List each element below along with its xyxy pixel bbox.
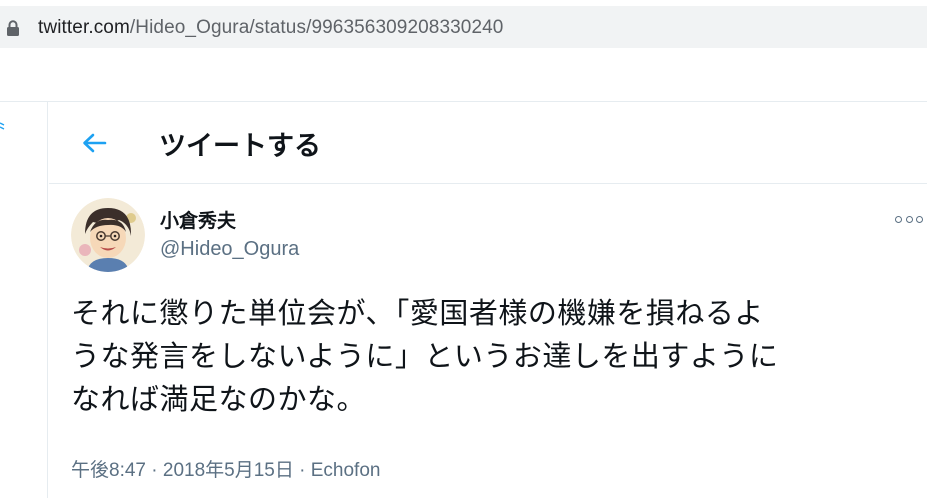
url-path: /Hideo_Ogura/status/996356309208330240: [129, 17, 504, 38]
tweet-date[interactable]: 2018年5月15日: [163, 460, 294, 481]
tweet-text: それに懲りた単位会が、「愛国者様の機嫌を損ねるよ うな発言をしないように」という…: [71, 292, 921, 421]
more-button[interactable]: [895, 212, 923, 226]
address-bar[interactable]: twitter.com/Hideo_Ogura/status/996356309…: [0, 6, 927, 48]
page-title: ツイートする: [159, 131, 321, 162]
avatar-illustration: [71, 198, 145, 272]
arrow-left-icon: [83, 133, 107, 153]
lock-icon: [7, 20, 19, 36]
url-host: twitter.com: [38, 17, 130, 38]
more-horizontal-icon: [895, 215, 902, 223]
more-horizontal-icon: [916, 215, 923, 223]
tweet-time[interactable]: 午後8:47: [71, 460, 146, 481]
more-horizontal-icon: [905, 215, 913, 223]
meta-separator: ·: [293, 460, 311, 481]
tweet-text-line: うな発言をしないように」というお達しを出すように: [71, 339, 779, 373]
url-text[interactable]: twitter.com/Hideo_Ogura/status/996356309…: [38, 17, 503, 39]
tweet-meta: 午後8:47 · 2018年5月15日 · Echofon: [71, 455, 380, 482]
avatar[interactable]: [71, 198, 145, 272]
tweet-text-line: なれば満足なのかな。: [71, 382, 367, 416]
tweet: 小倉秀夫 @Hideo_Ogura それに懲りた単位会が、「愛国者様の機嫌を損ね…: [49, 184, 927, 498]
left-nav-rail: [0, 102, 48, 498]
feather-icon[interactable]: [0, 122, 6, 134]
back-button[interactable]: [77, 128, 111, 158]
tweet-source[interactable]: Echofon: [311, 460, 381, 481]
tweet-text-line: それに懲りた単位会が、「愛国者様の機嫌を損ねるよ: [71, 296, 764, 330]
display-name[interactable]: 小倉秀夫: [160, 206, 236, 233]
meta-separator: ·: [145, 460, 163, 481]
username[interactable]: @Hideo_Ogura: [160, 238, 299, 261]
page-header: ツイートする: [49, 102, 927, 184]
